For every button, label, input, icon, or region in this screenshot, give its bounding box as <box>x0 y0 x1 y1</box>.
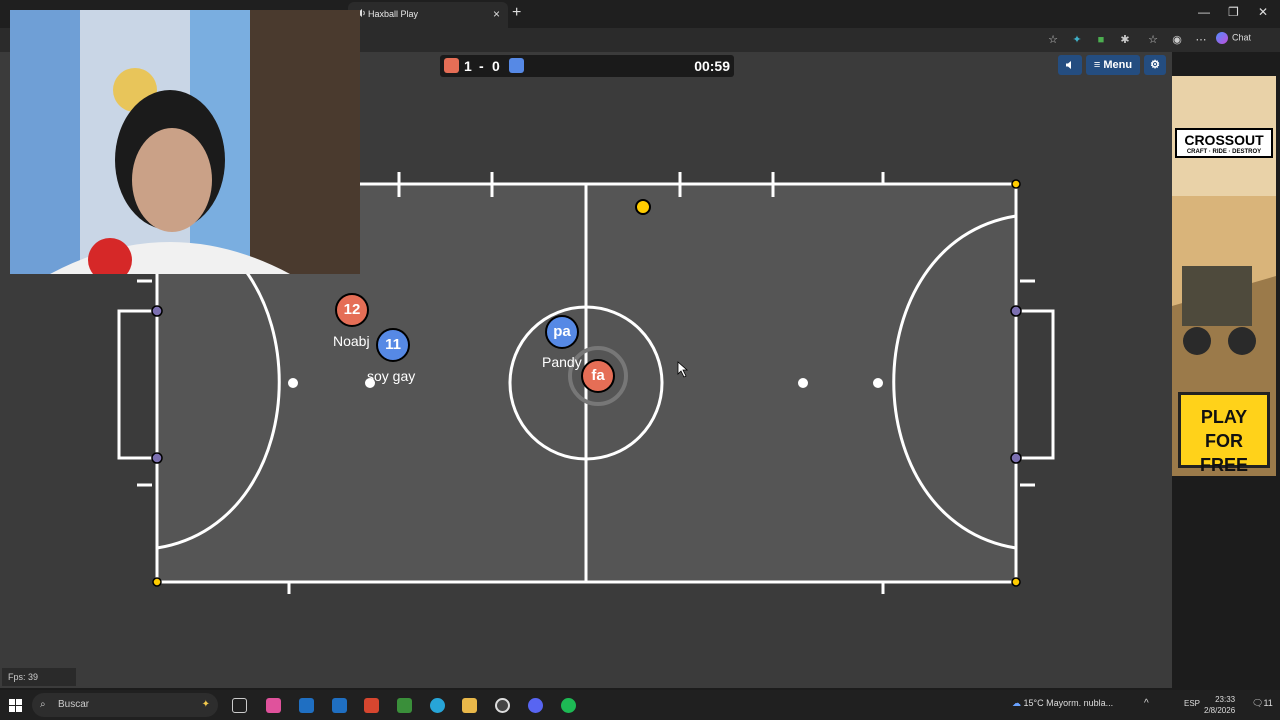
ad-logo: CROSSOUT CRAFT · RIDE · DESTROY <box>1175 128 1273 158</box>
copilot-chat-button[interactable]: Chat <box>1216 32 1251 44</box>
cta-line2: FOR FREE <box>1199 431 1248 475</box>
tab-title: Haxball Play <box>368 9 419 19</box>
player-avatar: fa <box>591 367 605 384</box>
task-view-icon[interactable] <box>232 698 247 713</box>
copilot-sparkle-icon: ✦ <box>201 699 210 710</box>
store-icon[interactable] <box>397 698 412 713</box>
close-window-button[interactable]: ✕ <box>1258 5 1268 19</box>
play-for-free-button[interactable]: PLAY FOR FREE <box>1178 392 1270 475</box>
weather-cloud-icon: ☁ <box>1012 698 1021 708</box>
advertisement-banner[interactable]: CROSSOUT CRAFT · RIDE · DESTROY PLAY FOR F… <box>1172 76 1276 476</box>
clock-time: 23:33 <box>1215 695 1236 704</box>
system-clock[interactable]: 23:33 2/8/2026 <box>1204 694 1235 716</box>
search-icon: ⌕ <box>40 699 46 710</box>
right-goal <box>1016 309 1055 460</box>
tab-haxball-play[interactable]: Haxball Play × <box>348 2 508 28</box>
tab-close-icon[interactable]: × <box>493 7 500 21</box>
red-score: 1 <box>464 58 472 74</box>
copilot-app-icon[interactable] <box>266 698 281 713</box>
blue-score: 0 <box>492 58 500 74</box>
player-name: Noabj <box>333 333 370 349</box>
minimize-button[interactable]: — <box>1198 5 1210 19</box>
app-icon-blue-2[interactable] <box>332 698 347 713</box>
favorite-star-icon[interactable]: ☆ <box>1046 33 1060 47</box>
speaker-icon <box>1066 61 1071 69</box>
app-icon-blue-1[interactable] <box>299 698 314 713</box>
cta-line1: PLAY <box>1200 407 1248 427</box>
edge-browser-icon[interactable] <box>430 698 445 713</box>
copilot-icon <box>1216 32 1228 44</box>
more-menu-icon[interactable]: ⋯ <box>1194 33 1208 47</box>
game-menu-bar: ≡ Menu ⚙ <box>1058 55 1168 75</box>
weather-text: 15°C Mayorm. nubla... <box>1023 698 1114 708</box>
chat-label: Chat <box>1232 32 1252 43</box>
windows-taskbar: ⌕ Buscar ✦ ☁ 15°C Mayorm. nubla... ^ ESP… <box>0 690 1280 720</box>
profile-icon[interactable]: ◉ <box>1170 33 1184 47</box>
player-avatar: pa <box>553 323 571 340</box>
ad-brand: CROSSOUT <box>1184 132 1264 148</box>
notification-count: 11 <box>1263 698 1273 708</box>
weather-widget[interactable]: ☁ 15°C Mayorm. nubla... <box>1012 698 1113 709</box>
menu-button[interactable]: ≡ Menu <box>1086 55 1140 75</box>
extension-translate-icon[interactable]: ✦ <box>1070 33 1084 47</box>
hamburger-icon: ≡ <box>1093 59 1101 71</box>
red-team-icon <box>444 58 459 73</box>
webcam-image <box>10 10 360 274</box>
clock-date: 2/8/2026 <box>1204 706 1236 715</box>
chevron-up-icon[interactable]: ^ <box>1144 698 1149 709</box>
player-name: soy gay <box>367 368 416 384</box>
player-avatar: 11 <box>385 336 401 353</box>
blue-team-icon <box>509 58 524 73</box>
search-placeholder: Buscar <box>58 699 90 710</box>
fps-counter: Fps: 39 <box>2 668 76 686</box>
maximize-button[interactable]: ❐ <box>1228 5 1239 19</box>
spotify-icon[interactable] <box>561 698 576 713</box>
ball <box>635 199 651 215</box>
settings-button[interactable]: ⚙ <box>1144 55 1166 75</box>
notification-icon[interactable]: 🗨11 <box>1252 698 1273 709</box>
app-icon-red[interactable] <box>364 698 379 713</box>
player-disc: fa <box>581 359 615 393</box>
taskbar-search[interactable]: ⌕ Buscar ✦ <box>32 693 218 717</box>
webcam-overlay <box>10 10 360 274</box>
scoreboard: 1 - 0 00:59 <box>440 55 734 77</box>
extensions-puzzle-icon[interactable]: ✱ <box>1118 33 1132 47</box>
favorites-icon[interactable]: ☆ <box>1146 33 1160 47</box>
player-name: Pandy <box>542 354 582 370</box>
language-indicator[interactable]: ESP <box>1184 699 1200 708</box>
left-goal <box>117 309 157 460</box>
ad-tagline: CRAFT · RIDE · DESTROY <box>1186 149 1262 155</box>
gear-icon: ⚙ <box>1150 59 1160 71</box>
game-timer: 00:59 <box>694 58 730 74</box>
player-disc: 11 <box>376 328 410 362</box>
sound-button[interactable] <box>1058 55 1082 75</box>
file-explorer-icon[interactable] <box>462 698 477 713</box>
menu-label: Menu <box>1103 59 1133 71</box>
player-disc: 12 <box>335 293 369 327</box>
new-tab-button[interactable]: + <box>512 4 521 22</box>
extension-green-icon[interactable]: ■ <box>1094 33 1108 47</box>
score-separator: - <box>479 58 484 74</box>
windows-start-icon[interactable] <box>9 699 22 712</box>
player-disc: pa <box>545 315 579 349</box>
player-avatar: 12 <box>343 301 361 318</box>
obs-icon[interactable] <box>495 698 510 713</box>
discord-icon[interactable] <box>528 698 543 713</box>
